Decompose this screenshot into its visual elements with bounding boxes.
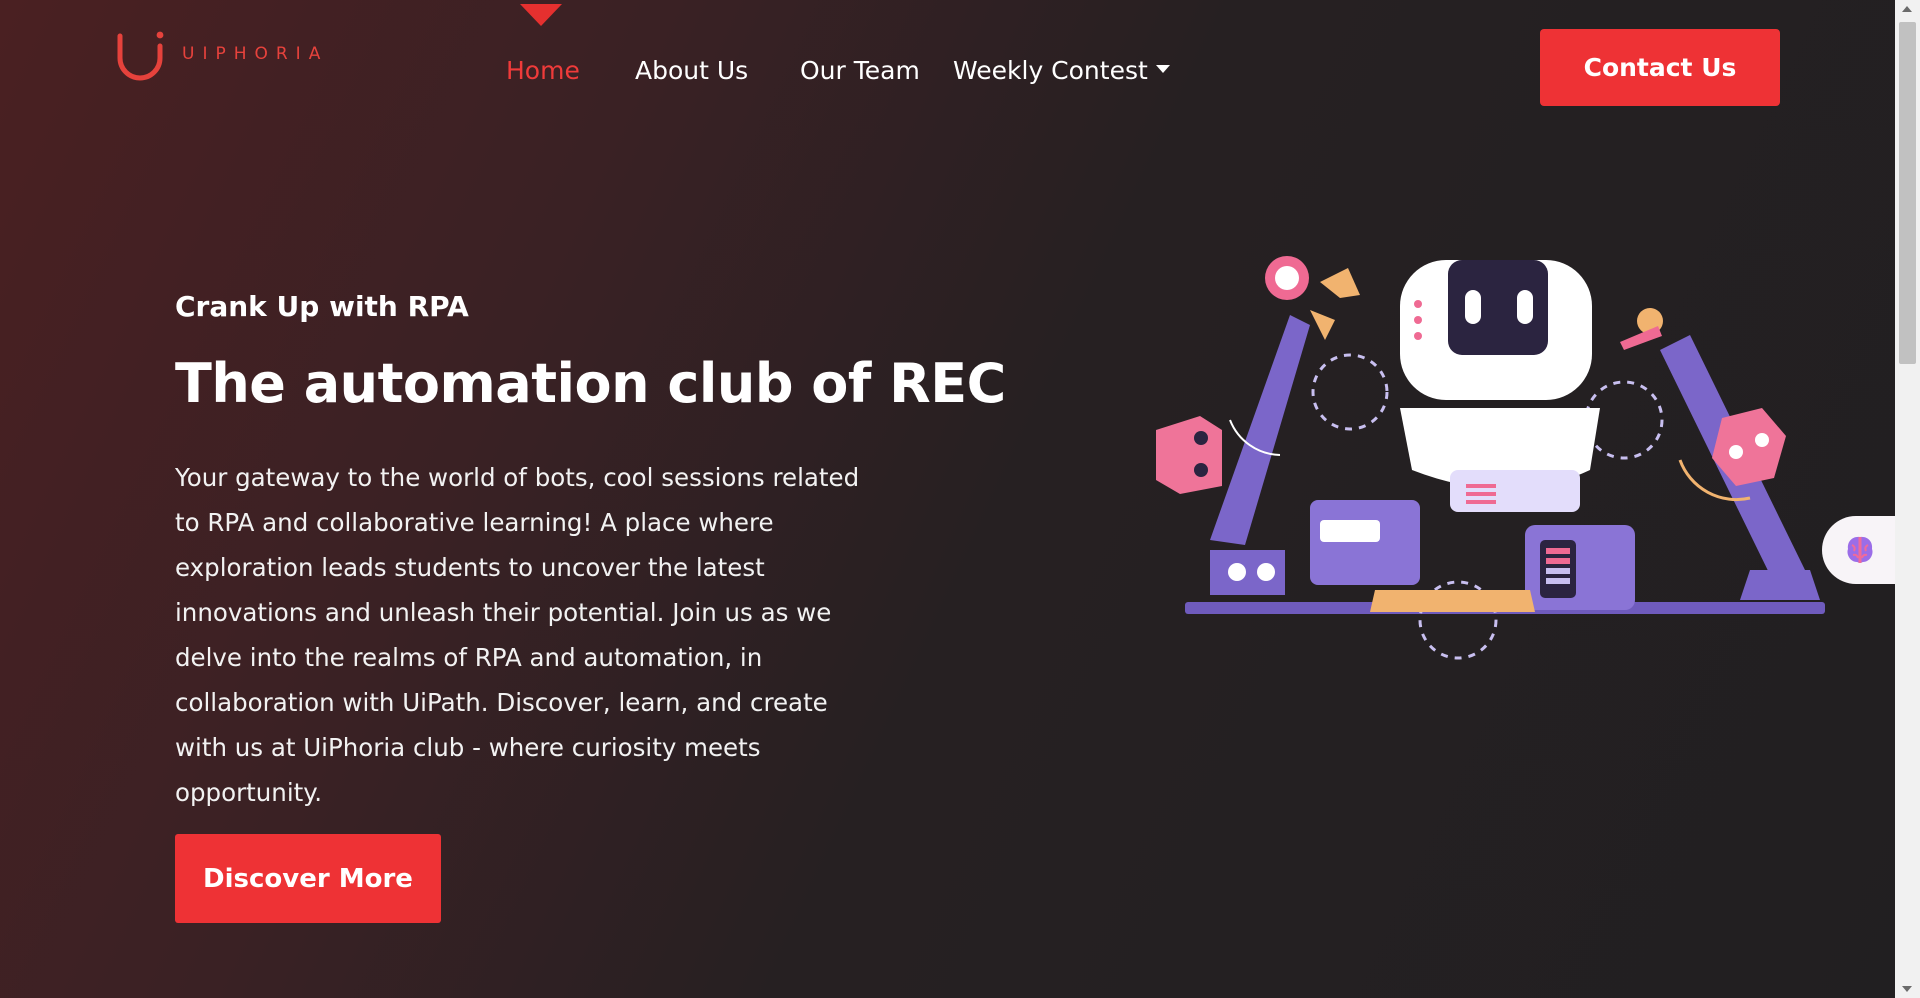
contact-us-button[interactable]: Contact Us (1540, 29, 1780, 106)
nav-item-home[interactable]: Home (506, 56, 580, 85)
scrollbar-thumb[interactable] (1899, 22, 1916, 364)
floating-assistant-button[interactable] (1822, 516, 1902, 584)
nav-item-weekly-contest-label: Weekly Contest (953, 56, 1148, 85)
vertical-scrollbar[interactable] (1895, 0, 1920, 998)
logo-mark-icon (117, 31, 164, 81)
nav-item-our-team[interactable]: Our Team (800, 56, 920, 85)
robot-arms-illustration (1156, 256, 1825, 660)
caret-down-icon (1155, 65, 1170, 73)
scroll-up-arrow-icon[interactable] (1902, 6, 1912, 12)
brand-name: UIPHORIA (182, 44, 329, 64)
discover-more-button[interactable]: Discover More (175, 834, 441, 923)
page: UIPHORIA Home About Us Our Team Weekly C… (0, 0, 1902, 998)
brand-logo[interactable]: UIPHORIA (116, 28, 328, 82)
hero-headline: The automation club of REC (175, 352, 1006, 415)
nav-item-weekly-contest[interactable]: Weekly Contest (953, 56, 1170, 85)
brain-icon (1847, 536, 1873, 563)
scroll-down-arrow-icon[interactable] (1902, 986, 1912, 992)
nav-item-about-us[interactable]: About Us (635, 56, 748, 85)
hero-description: Your gateway to the world of bots, cool … (175, 463, 860, 807)
hero-eyebrow: Crank Up with RPA (175, 290, 469, 323)
active-nav-indicator (520, 4, 562, 26)
